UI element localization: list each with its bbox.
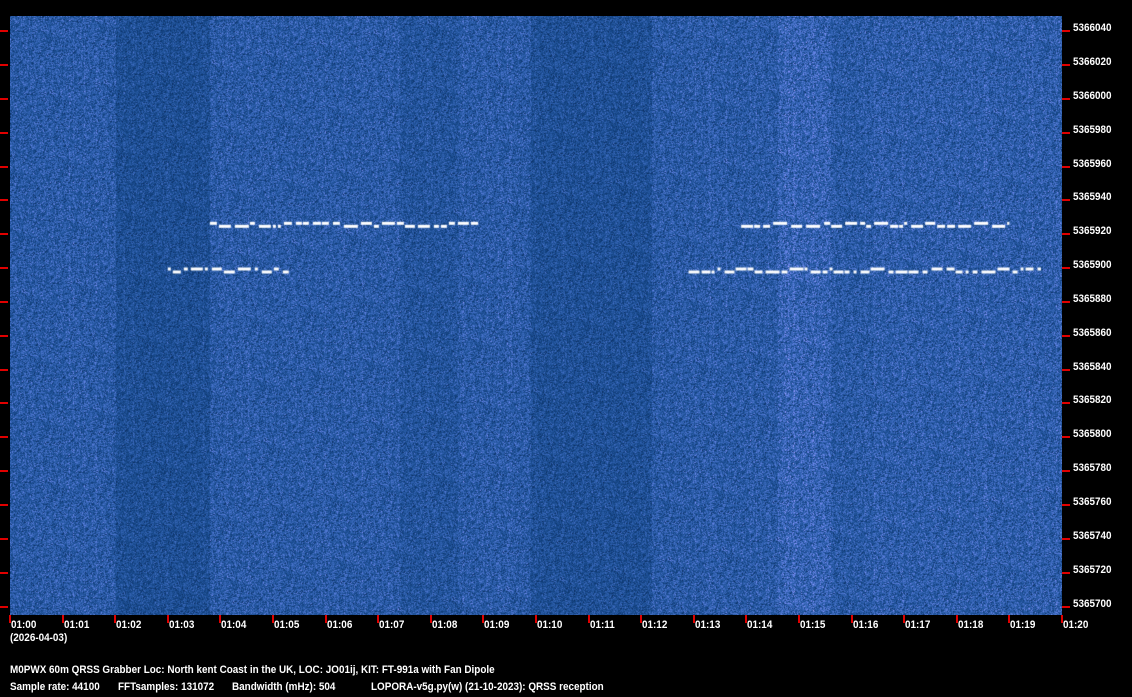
date-label: (2026-04-03) — [10, 632, 68, 644]
y-tick-left — [0, 267, 8, 270]
y-tick-left — [0, 131, 8, 134]
footer-software: LOPORA-v5g.py(w) (21-10-2023): QRSS rece… — [371, 681, 604, 693]
y-tick-right — [1062, 30, 1070, 33]
x-tick-label: 01:05 — [274, 619, 300, 631]
y-tick-right — [1062, 436, 1070, 439]
x-tick-label: 01:07 — [379, 619, 405, 631]
y-tick-left — [0, 605, 8, 608]
x-tick-label: 01:03 — [169, 619, 195, 631]
y-tick-right — [1062, 368, 1070, 371]
y-tick-label: 5366040 — [1073, 22, 1112, 35]
x-tick-label: 01:14 — [747, 619, 773, 631]
y-tick-right — [1062, 97, 1070, 100]
y-tick-left — [0, 30, 8, 33]
y-tick-left — [0, 300, 8, 303]
y-tick-label: 5365860 — [1073, 326, 1112, 339]
y-tick-left — [0, 233, 8, 236]
footer-sample-rate: Sample rate: 44100 — [10, 681, 100, 693]
y-tick-right — [1062, 199, 1070, 202]
y-tick-left — [0, 165, 8, 168]
y-tick-right — [1062, 504, 1070, 506]
y-tick-right — [1062, 64, 1070, 67]
footer-bandwidth: Bandwidth (mHz): 504 — [232, 681, 336, 693]
x-tick-label: 01:13 — [695, 619, 721, 631]
y-tick-label: 5365840 — [1073, 360, 1112, 373]
x-tick-label: 01:18 — [958, 619, 984, 631]
x-tick-label: 01:12 — [642, 619, 668, 631]
y-tick-left — [0, 199, 8, 202]
y-tick-right — [1062, 537, 1070, 540]
y-tick-right — [1062, 233, 1070, 236]
y-tick-left — [0, 537, 8, 540]
y-tick-label: 5365700 — [1073, 597, 1112, 610]
y-tick-label: 5365940 — [1073, 191, 1112, 204]
y-tick-left — [0, 402, 8, 405]
y-tick-label: 5365900 — [1073, 259, 1112, 272]
footer-fft-samples: FFTsamples: 131072 — [118, 681, 215, 693]
y-tick-right — [1062, 334, 1070, 337]
x-tick-label: 01:17 — [905, 619, 931, 631]
x-tick-label: 01:00 — [11, 619, 37, 631]
y-tick-label: 5365980 — [1073, 123, 1112, 136]
x-tick-label: 01:15 — [800, 619, 826, 631]
x-tick-label: 01:01 — [64, 619, 90, 631]
spectrogram — [10, 16, 1062, 615]
y-tick-left — [0, 64, 8, 67]
y-tick-right — [1062, 131, 1070, 134]
x-tick-label: 01:02 — [116, 619, 142, 631]
y-tick-label: 5365960 — [1073, 157, 1112, 170]
x-tick-label: 01:19 — [1010, 619, 1036, 631]
y-tick-label: 5365800 — [1073, 428, 1112, 441]
y-tick-left — [0, 436, 8, 439]
y-tick-label: 5365760 — [1073, 496, 1112, 508]
y-tick-right — [1062, 470, 1070, 473]
y-tick-right — [1062, 402, 1070, 405]
y-tick-label: 5365780 — [1073, 462, 1112, 475]
x-tick-label: 01:16 — [853, 619, 879, 631]
x-tick-label: 01:06 — [327, 619, 353, 631]
y-tick-left — [0, 470, 8, 473]
y-tick-left — [0, 571, 8, 574]
y-tick-label: 5366020 — [1073, 56, 1112, 69]
x-tick-label: 01:10 — [537, 619, 563, 631]
y-tick-left — [0, 97, 8, 100]
y-tick-label: 5365880 — [1073, 292, 1112, 305]
y-tick-left — [0, 368, 8, 371]
y-tick-left — [0, 504, 8, 506]
x-tick-label: 01:09 — [484, 619, 510, 631]
y-tick-right — [1062, 267, 1070, 270]
x-tick-label: 01:11 — [590, 619, 615, 631]
y-tick-label: 5365920 — [1073, 225, 1112, 238]
y-tick-label: 5365740 — [1073, 529, 1112, 542]
y-tick-label: 5365820 — [1073, 394, 1112, 407]
y-tick-right — [1062, 571, 1070, 574]
y-tick-right — [1062, 300, 1070, 303]
footer-title: M0PWX 60m QRSS Grabber Loc: North kent C… — [10, 664, 495, 676]
y-tick-label: 5366000 — [1073, 89, 1112, 102]
y-tick-right — [1062, 165, 1070, 168]
x-tick-label: 01:08 — [432, 619, 458, 631]
x-tick-label: 01:20 — [1063, 619, 1089, 631]
y-tick-right — [1062, 605, 1070, 608]
y-tick-label: 5365720 — [1073, 563, 1112, 576]
x-tick-label: 01:04 — [221, 619, 247, 631]
y-tick-left — [0, 334, 8, 337]
